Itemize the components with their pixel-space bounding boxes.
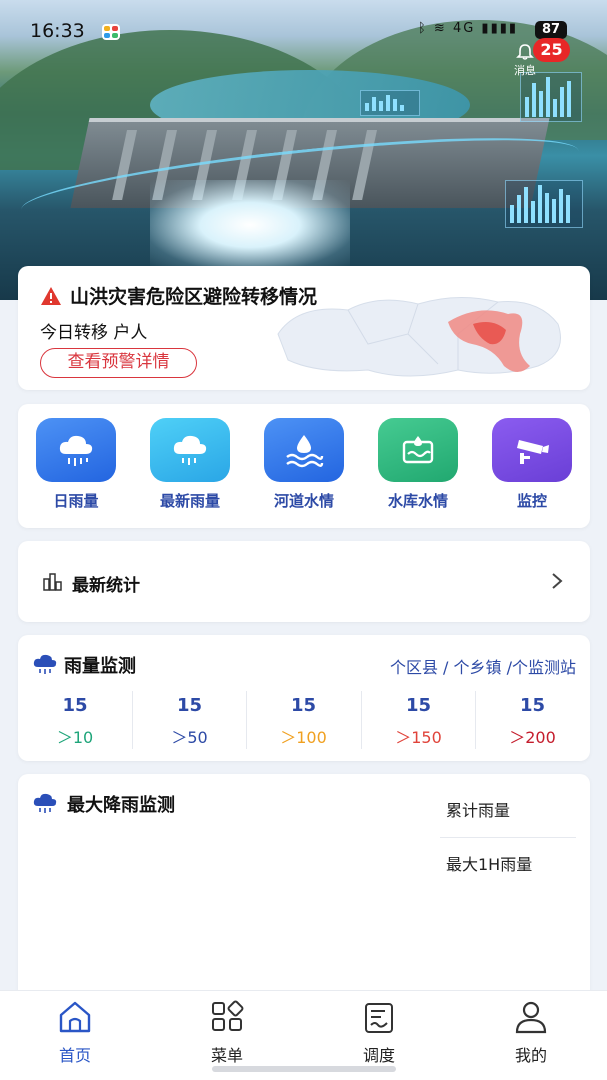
quick-action-river-water[interactable]: 河道水情 xyxy=(254,418,354,511)
tab-max-1h-rainfall[interactable]: 最大1H雨量 xyxy=(440,838,576,892)
rain-level-column[interactable]: 15 ＞200 xyxy=(475,691,589,749)
quick-action-daily-rainfall[interactable]: 日雨量 xyxy=(26,418,126,511)
tab-dispatch[interactable]: 调度 xyxy=(329,999,429,1066)
chevron-right-icon xyxy=(552,573,563,589)
alert-title: 山洪灾害危险区避险转移情况 xyxy=(40,282,317,309)
quick-action-monitoring[interactable]: 监控 xyxy=(482,418,582,511)
quick-action-latest-rainfall[interactable]: 最新雨量 xyxy=(140,418,240,511)
water-wave-icon xyxy=(264,418,344,482)
signal-icons: ᛒ ≋ 4G ▮▮▮▮ xyxy=(418,21,519,36)
latest-stats-row[interactable]: 最新统计 xyxy=(18,541,590,622)
rain-level-column[interactable]: 15 ＞10 xyxy=(18,691,132,749)
hologram-chart-decoration xyxy=(505,180,583,228)
battery-icon: 87 xyxy=(535,21,567,39)
clipboard-icon xyxy=(365,1003,393,1033)
rainfall-summary-link[interactable]: 个区县 / 个乡镇 /个监测站 xyxy=(390,654,576,678)
home-indicator xyxy=(212,1066,396,1072)
grid-menu-icon xyxy=(212,1000,244,1031)
rain-cloud-icon xyxy=(33,793,57,813)
reservoir-icon xyxy=(378,418,458,482)
latest-stats-title: 最新统计 xyxy=(72,576,140,596)
notification-label: 消息 xyxy=(514,64,536,77)
clock: 16:33 xyxy=(30,20,85,42)
rain-level-column[interactable]: 15 ＞100 xyxy=(246,691,360,749)
alert-title-text: 山洪灾害危险区避险转移情况 xyxy=(70,286,318,308)
bell-icon xyxy=(516,44,534,60)
rain-level-column[interactable]: 15 ＞150 xyxy=(361,691,475,749)
rain-cloud-icon xyxy=(36,418,116,482)
rainfall-monitor-title: 雨量监测 xyxy=(64,656,136,677)
tab-profile[interactable]: 我的 xyxy=(481,999,581,1066)
max-rainfall-card: 最大降雨监测 累计雨量 最大1H雨量 xyxy=(18,774,590,1000)
tab-home[interactable]: 首页 xyxy=(25,999,125,1066)
status-bar: 16:33 ᛒ ≋ 4G ▮▮▮▮ 87 xyxy=(0,16,607,46)
quick-action-reservoir-water[interactable]: 水库水情 xyxy=(368,418,468,511)
hologram-chart-decoration xyxy=(520,72,582,122)
warning-icon xyxy=(41,286,61,305)
camera-icon xyxy=(492,418,572,482)
view-warning-details-button[interactable]: 查看预警详情 xyxy=(40,348,197,378)
rainfall-monitor-card: 雨量监测 个区县 / 个乡镇 /个监测站 15 ＞10 15 ＞50 15 ＞1… xyxy=(18,635,590,761)
home-icon xyxy=(59,1001,91,1033)
app-notification-icon xyxy=(102,24,120,40)
rain-cloud-icon xyxy=(150,418,230,482)
tab-menu[interactable]: 菜单 xyxy=(177,999,277,1066)
max-rainfall-title: 最大降雨监测 xyxy=(67,795,175,816)
hologram-chart-decoration xyxy=(360,90,420,116)
evacuation-alert-card: 山洪灾害危险区避险转移情况 今日转移 户人 查看预警详情 xyxy=(18,266,590,390)
rain-cloud-icon xyxy=(33,654,57,674)
quick-actions-card: 日雨量 最新雨量 河道水情 水库水情 监控 xyxy=(18,404,590,528)
notification-count-badge: 25 xyxy=(533,38,570,62)
evacuation-count-text: 今日转移 户人 xyxy=(40,323,148,343)
rain-level-column[interactable]: 15 ＞50 xyxy=(132,691,246,749)
bar-chart-icon xyxy=(43,573,62,591)
user-icon xyxy=(515,1001,547,1034)
tab-cumulative-rainfall[interactable]: 累计雨量 xyxy=(440,784,576,838)
